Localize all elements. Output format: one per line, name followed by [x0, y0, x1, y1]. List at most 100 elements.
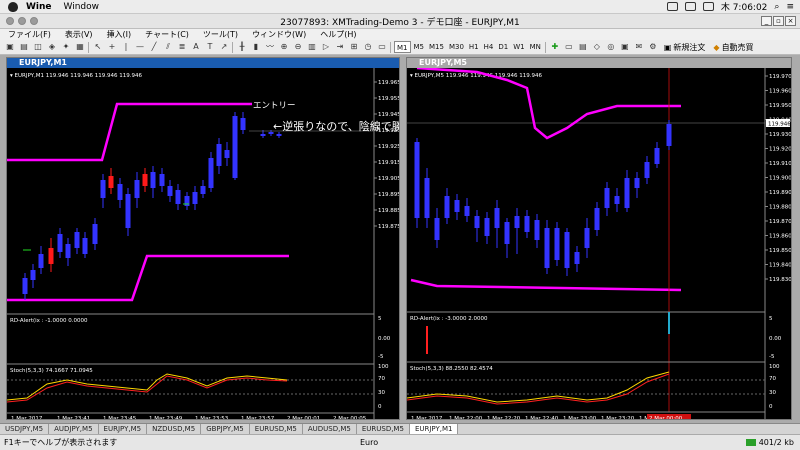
line-chart-icon[interactable]: 〰: [264, 41, 276, 53]
navigator-icon[interactable]: ✦: [60, 41, 72, 53]
candle-chart-icon[interactable]: ▮: [250, 41, 262, 53]
chart-tab[interactable]: EURUSD,M5: [357, 424, 410, 434]
chart-canvas-m5[interactable]: ▾ EURJPY,M5 119.946 119.946 119.946 119.…: [406, 66, 792, 422]
menu-list-icon[interactable]: ≡: [786, 2, 794, 12]
timeframe-m30[interactable]: M30: [447, 41, 466, 53]
menu-item-0[interactable]: ファイル(F): [8, 29, 51, 40]
rec-icon[interactable]: [666, 2, 678, 11]
minimize-icon[interactable]: _: [761, 16, 772, 26]
chart-tab[interactable]: EURJPY,M5: [99, 424, 148, 434]
settings-icon[interactable]: ⚙: [647, 41, 659, 53]
chart1-candle: [125, 194, 131, 228]
chart-shift-icon[interactable]: ⇥: [334, 41, 346, 53]
templates-icon[interactable]: ▭: [376, 41, 388, 53]
arrow-icon[interactable]: ↗: [218, 41, 230, 53]
cursor-icon[interactable]: ↖: [92, 41, 104, 53]
vertical-line-icon[interactable]: |: [120, 41, 132, 53]
restore-icon[interactable]: ▫: [773, 16, 784, 26]
chart-canvas-m1[interactable]: ▾ EURJPY,M1 119.946 119.946 119.946 119.…: [6, 68, 425, 422]
profiles-icon[interactable]: ▤: [18, 41, 30, 53]
chart-tab[interactable]: GBPJPY,M5: [201, 424, 250, 434]
chart-window-title[interactable]: EURJPY,M1: [7, 58, 399, 68]
news-icon[interactable]: ▣: [619, 41, 631, 53]
signals-icon[interactable]: ◎: [605, 41, 617, 53]
minimize-window-dot[interactable]: [18, 17, 26, 25]
apple-icon[interactable]: [8, 1, 18, 12]
menu-item-4[interactable]: ツール(T): [203, 29, 238, 40]
text-icon[interactable]: A: [190, 41, 202, 53]
history-icon[interactable]: ▤: [577, 41, 589, 53]
terminal-icon[interactable]: ▦: [74, 41, 86, 53]
auto-trading-button[interactable]: ◆ 自動売買: [710, 42, 756, 53]
timeframe-h4[interactable]: H4: [482, 41, 496, 53]
market-watch-icon[interactable]: ◫: [32, 41, 44, 53]
window-title: 23077893: XMTrading-Demo 3 - デモ口座 - EURJ…: [280, 17, 520, 28]
chart-window-title[interactable]: EURJPY,M5: [407, 58, 791, 68]
data-window-icon[interactable]: ◈: [46, 41, 58, 53]
object-list-icon[interactable]: ▭: [563, 41, 575, 53]
chart-window-m1[interactable]: EURJPY,M1 ▾ EURJPY,M1 119.946 119.946 11…: [6, 57, 425, 422]
time-label: 1 Mar 23:53: [195, 416, 229, 419]
timeframe-w1[interactable]: W1: [511, 41, 526, 53]
menu-item-3[interactable]: チャート(C): [145, 29, 189, 40]
fibo-icon[interactable]: ≣: [176, 41, 188, 53]
chart-tab[interactable]: EURUSD,M5: [250, 424, 303, 434]
timeframe-m5[interactable]: M5: [412, 41, 427, 53]
chart2-candle: [524, 216, 530, 232]
close-icon[interactable]: ×: [785, 16, 796, 26]
stoch-scale: 0: [378, 404, 382, 410]
timeframe-m15[interactable]: M15: [427, 41, 446, 53]
periods-icon[interactable]: ◷: [362, 41, 374, 53]
mac-window-menu[interactable]: Window: [64, 2, 100, 12]
mac-status-area: 木 7:06:02 ⌕ ≡: [666, 0, 800, 13]
tile-icon[interactable]: ▥: [306, 41, 318, 53]
trendline-icon[interactable]: ╱: [148, 41, 160, 53]
timeframe-m1[interactable]: M1: [394, 41, 411, 53]
close-window-dot[interactable]: [6, 17, 14, 25]
price-label: 119.895: [378, 192, 399, 198]
mac-app-name[interactable]: Wine: [26, 2, 52, 12]
menu-item-5[interactable]: ウィンドウ(W): [252, 29, 306, 40]
chart2-candle: [464, 206, 470, 216]
menu-item-2[interactable]: 挿入(I): [107, 29, 132, 40]
mac-clock[interactable]: 木 7:06:02: [721, 0, 768, 13]
chart-tab[interactable]: EURJPY,M1: [409, 424, 459, 434]
chart2-candle: [666, 124, 672, 146]
chart-tab[interactable]: AUDJPY,M5: [49, 424, 99, 434]
chart2-candle: [444, 196, 450, 218]
chart-window-m5[interactable]: EURJPY,M5 ▾ EURJPY,M5 119.946 119.946 11…: [406, 57, 792, 422]
horizontal-line-icon[interactable]: —: [134, 41, 146, 53]
zoom-window-dot[interactable]: [30, 17, 38, 25]
zoom-in-icon[interactable]: ⊕: [278, 41, 290, 53]
chart-tab[interactable]: AUDUSD,M5: [303, 424, 357, 434]
mail-icon[interactable]: ✉: [633, 41, 645, 53]
menu-item-6[interactable]: ヘルプ(H): [320, 29, 356, 40]
battery-icon[interactable]: [702, 2, 714, 11]
chart-tab[interactable]: NZDUSD,M5: [147, 424, 202, 434]
add-indicator-icon[interactable]: ✚: [549, 41, 561, 53]
timeframe-h1[interactable]: H1: [467, 41, 481, 53]
alerts-icon[interactable]: ◇: [591, 41, 603, 53]
menu-item-1[interactable]: 表示(V): [65, 29, 93, 40]
time-highlight-label: 2 Mar 00:00: [649, 416, 683, 419]
bar-chart-icon[interactable]: ╫: [236, 41, 248, 53]
timeframe-d1[interactable]: D1: [496, 41, 510, 53]
wifi-icon[interactable]: [684, 2, 696, 11]
indicators-icon[interactable]: ⊞: [348, 41, 360, 53]
chart2-candle: [414, 142, 420, 218]
chart-tab[interactable]: USDJPY,M5: [0, 424, 50, 434]
chart1-candle: [232, 116, 238, 178]
search-icon[interactable]: ⌕: [774, 2, 779, 12]
price-label: 119.950: [769, 103, 791, 109]
zoom-out-icon[interactable]: ⊖: [292, 41, 304, 53]
timeframe-mn[interactable]: MN: [528, 41, 543, 53]
chart1-candle: [100, 180, 106, 198]
crosshair-icon[interactable]: +: [106, 41, 118, 53]
new-order-button[interactable]: ▣ 新規注文: [661, 42, 709, 53]
label-icon[interactable]: T: [204, 41, 216, 53]
autoscroll-icon[interactable]: ▷: [320, 41, 332, 53]
alert-scale: -5: [769, 354, 775, 360]
channel-icon[interactable]: ⫽: [162, 41, 174, 53]
new-chart-icon[interactable]: ▣: [4, 41, 16, 53]
price-label: 119.890: [769, 190, 791, 196]
